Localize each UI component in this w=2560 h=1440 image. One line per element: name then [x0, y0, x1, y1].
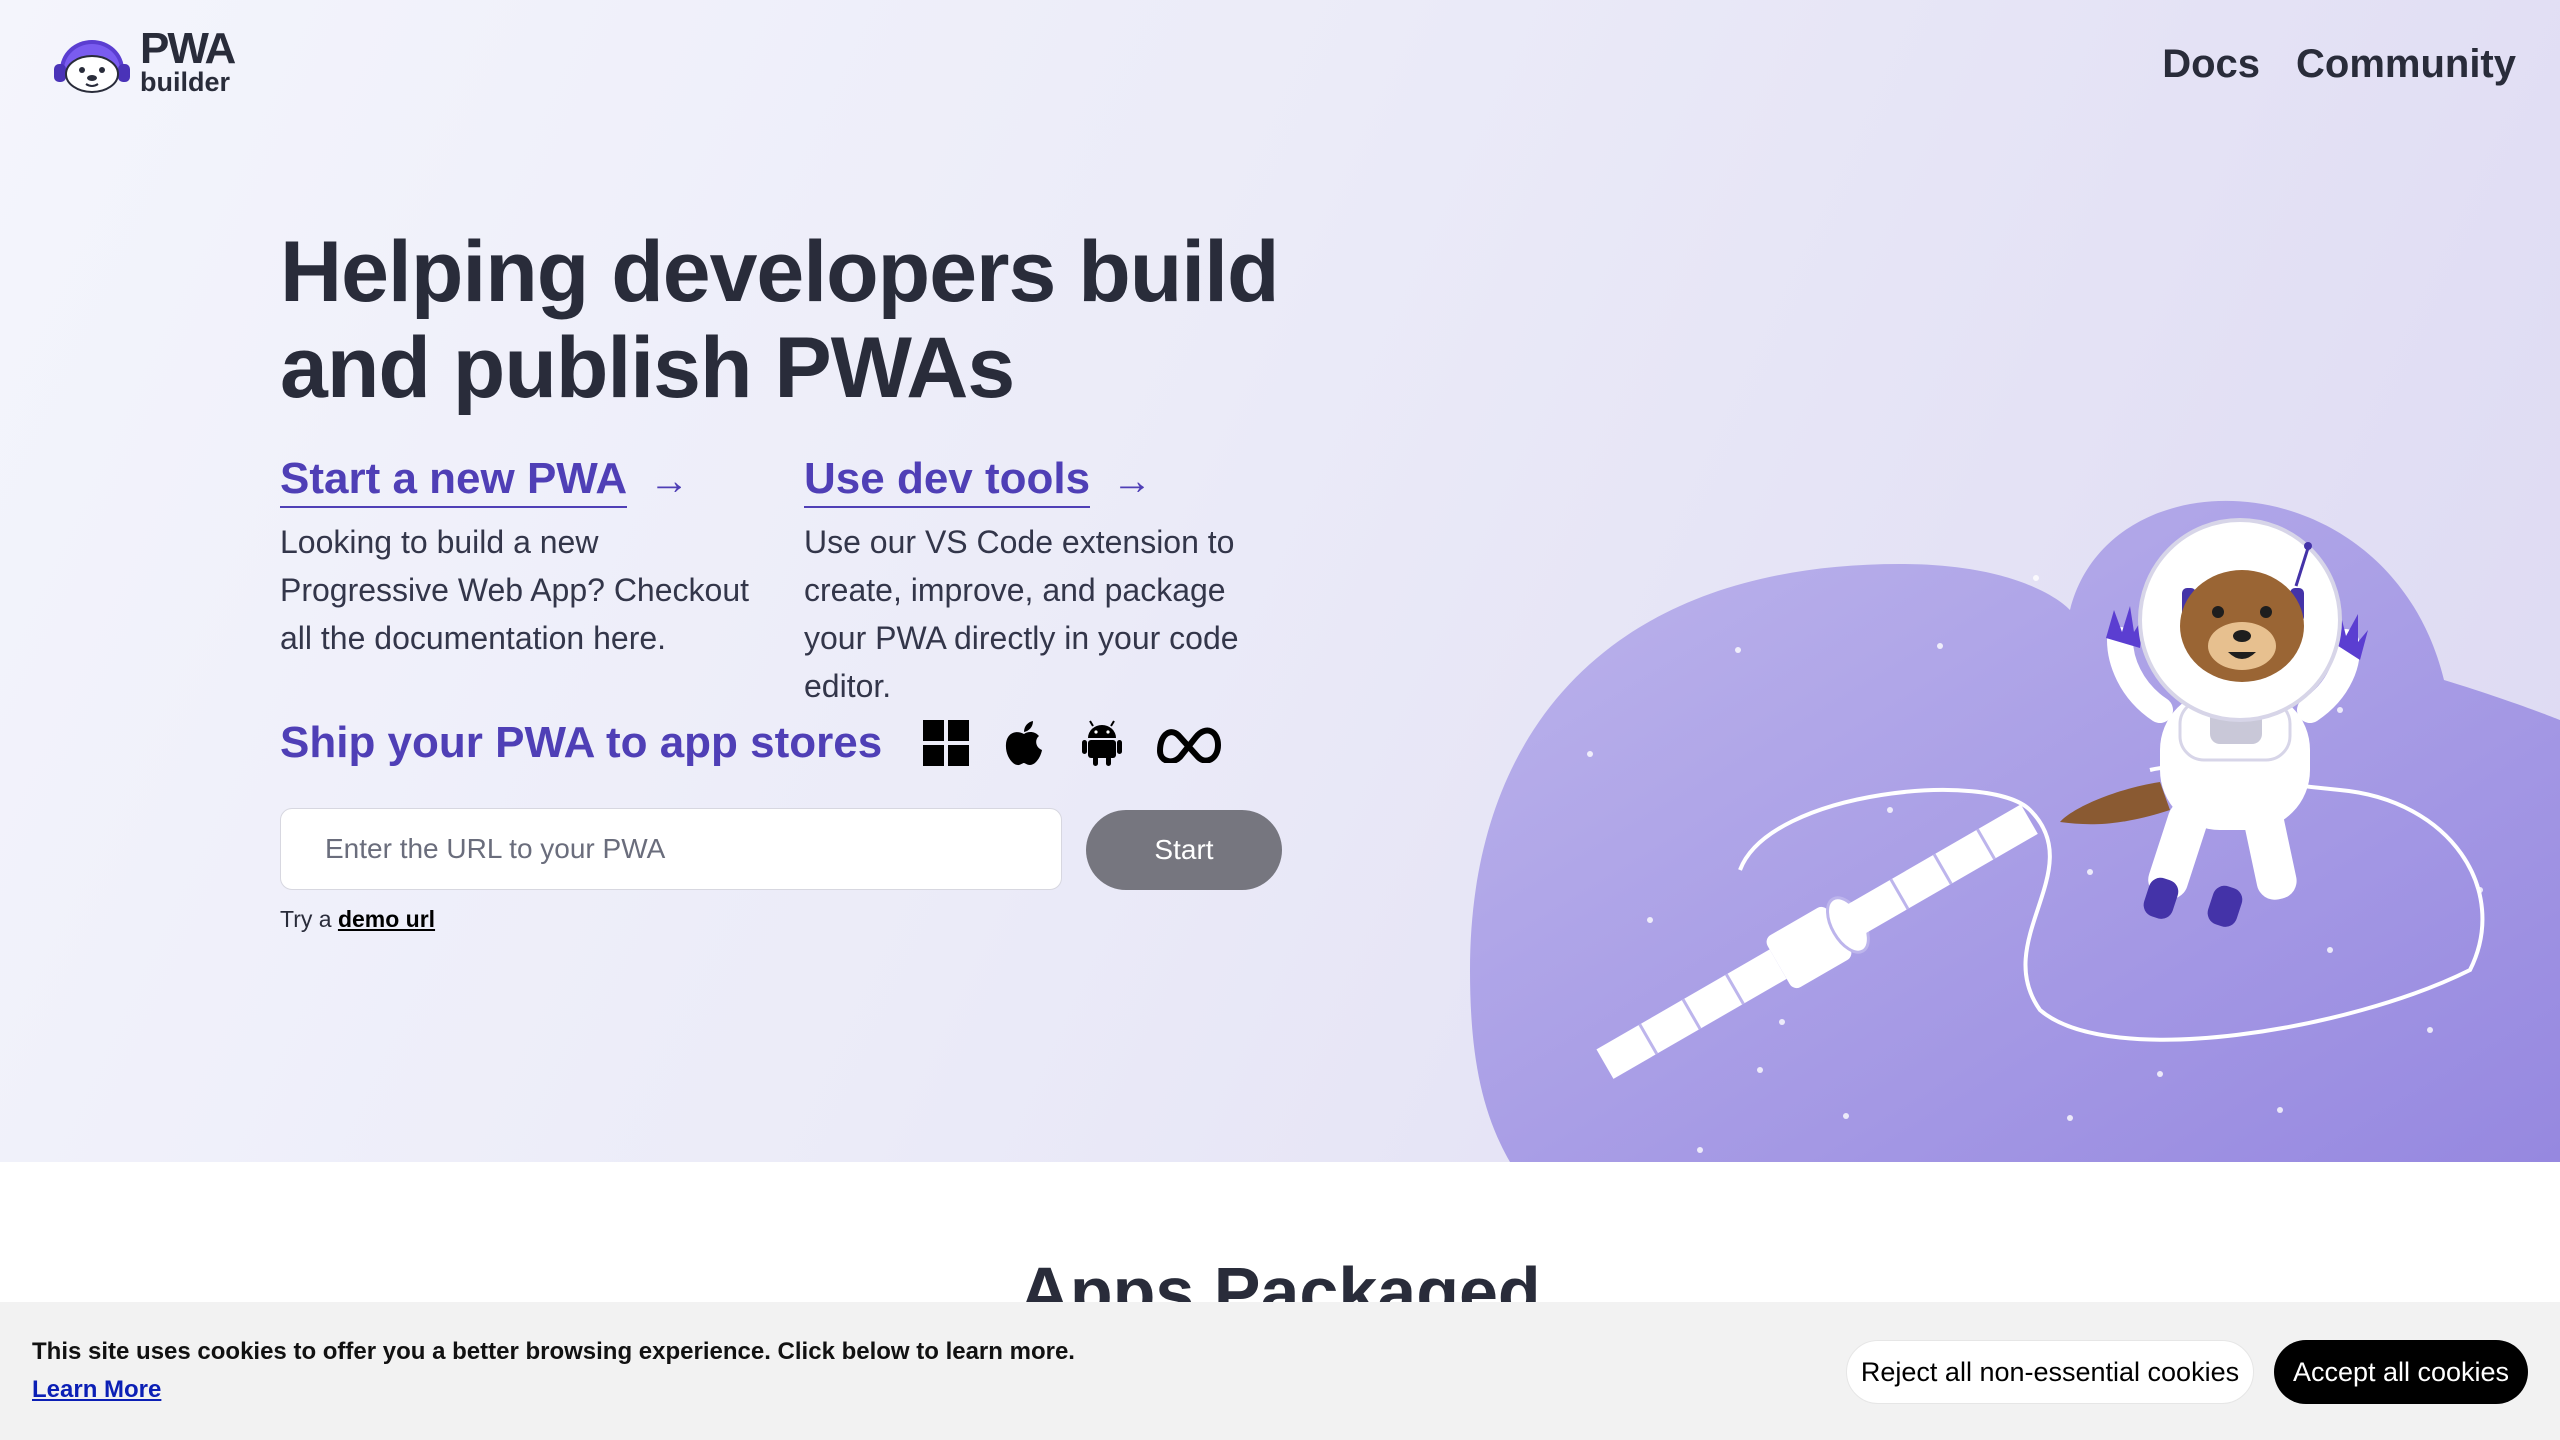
logo-wordmark: PWA builder	[140, 23, 236, 97]
logo-line1: PWA	[140, 23, 236, 73]
use-dev-tools-label: Use dev tools	[804, 454, 1091, 508]
pwabuilder-logo[interactable]: PWA builder	[50, 23, 236, 97]
use-dev-tools-link[interactable]: Use dev tools →	[804, 454, 1152, 508]
learn-more-link[interactable]: Learn More	[32, 1376, 161, 1404]
start-button[interactable]: Start	[1086, 810, 1282, 890]
start-new-pwa-label: Start a new PWA	[280, 454, 628, 508]
try-prefix: Try a	[280, 906, 332, 932]
hero-headline: Helping developers build and publish PWA…	[280, 224, 1280, 416]
windows-icon	[922, 719, 970, 767]
logo-line2: builder	[140, 66, 231, 97]
demo-url-link[interactable]: demo url	[338, 906, 435, 932]
start-new-pwa-description: Looking to build a new Progressive Web A…	[280, 524, 749, 656]
accept-cookies-button[interactable]: Accept all cookies	[2274, 1340, 2528, 1404]
pwa-url-input[interactable]	[280, 808, 1062, 890]
start-new-pwa-block: Start a new PWA → Looking to build a new…	[280, 454, 750, 662]
ship-to-stores-row: Ship your PWA to app stores	[280, 718, 1252, 768]
arrow-right-icon: →	[649, 458, 690, 503]
reject-cookies-button[interactable]: Reject all non-essential cookies	[1846, 1340, 2254, 1404]
cookie-message: This site uses cookies to offer you a be…	[32, 1338, 1075, 1365]
nav-community-link[interactable]: Community	[2296, 42, 2516, 87]
astronaut-otter-illustration	[1470, 500, 2560, 1162]
cookie-banner: This site uses cookies to offer you a be…	[0, 1302, 2560, 1440]
top-nav: Docs Community	[2162, 42, 2516, 87]
start-new-pwa-link[interactable]: Start a new PWA →	[280, 454, 689, 508]
use-dev-tools-block: Use dev tools → Use our VS Code extensio…	[804, 454, 1274, 710]
try-demo-row: Try a demo url	[280, 906, 435, 933]
hero-section: PWA builder Docs Community Helping devel…	[0, 0, 2560, 1162]
nav-docs-link[interactable]: Docs	[2162, 42, 2260, 87]
use-dev-tools-description: Use our VS Code extension to create, imp…	[804, 524, 1239, 704]
otter-logo-icon	[54, 40, 130, 93]
apple-icon	[1000, 719, 1048, 767]
ship-to-stores-label: Ship your PWA to app stores	[280, 718, 883, 767]
meta-icon	[1156, 719, 1222, 767]
arrow-right-icon: →	[1112, 458, 1153, 503]
android-icon	[1078, 719, 1126, 767]
